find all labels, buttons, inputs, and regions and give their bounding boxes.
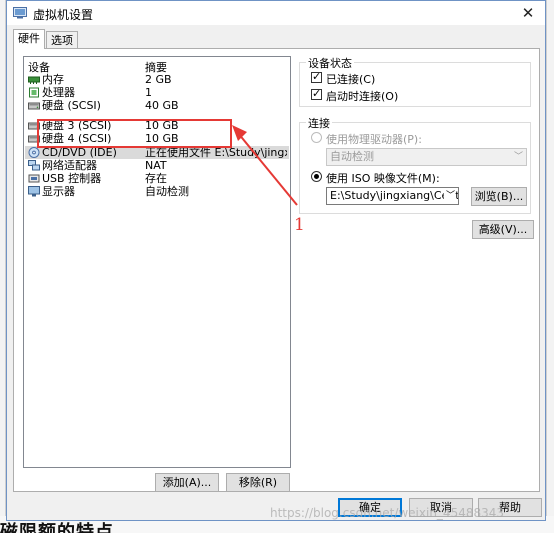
- physical-drive-label[interactable]: 使用物理驱动器(P):: [326, 131, 422, 147]
- title-bar: 虚拟机设置 ✕: [7, 1, 545, 25]
- device-summary: 10 GB: [145, 132, 179, 145]
- device-summary: 1: [145, 86, 152, 99]
- chevron-down-icon: ﹀: [513, 152, 523, 162]
- vm-settings-dialog: 虚拟机设置 ✕ 硬件 选项 设备 摘要 内存 2 GB 处理器 1 硬盘 (SC…: [6, 0, 546, 521]
- device-row-hard-disk[interactable]: 硬盘 (SCSI) 40 GB: [25, 99, 289, 112]
- device-row-display[interactable]: 显示器 自动检测: [25, 185, 289, 198]
- cpu-icon: [29, 87, 39, 98]
- usb-icon: [28, 174, 40, 183]
- network-icon: [28, 160, 40, 171]
- device-list[interactable]: 设备 摘要 内存 2 GB 处理器 1 硬盘 (SCSI) 40 GB 硬盘 3…: [23, 56, 291, 468]
- device-summary: 2 GB: [145, 73, 172, 86]
- tab-hardware[interactable]: 硬件: [13, 29, 45, 49]
- monitor-icon: [28, 186, 40, 197]
- device-summary: 存在: [145, 172, 167, 185]
- device-row-network-adapter[interactable]: 网络适配器 NAT: [25, 159, 289, 172]
- device-name: 硬盘 3 (SCSI): [42, 119, 112, 132]
- device-row-processor[interactable]: 处理器 1: [25, 86, 289, 99]
- tab-options[interactable]: 选项: [46, 31, 78, 48]
- connect-at-power-on-checkbox[interactable]: [311, 87, 322, 100]
- iso-file-label[interactable]: 使用 ISO 映像文件(M):: [326, 170, 440, 186]
- ok-button[interactable]: 确定: [338, 498, 402, 517]
- device-summary: 自动检测: [145, 185, 189, 198]
- device-name: 显示器: [42, 185, 75, 198]
- connection-group: 连接 使用物理驱动器(P): 自动检测 ﹀ 使用 ISO 映像文件(M): E:…: [299, 115, 531, 214]
- dialog-title: 虚拟机设置: [33, 8, 94, 22]
- hardware-panel: 设备 摘要 内存 2 GB 处理器 1 硬盘 (SCSI) 40 GB 硬盘 3…: [13, 48, 540, 492]
- device-row-memory[interactable]: 内存 2 GB: [25, 73, 289, 86]
- remove-button[interactable]: 移除(R): [226, 473, 290, 492]
- disk-icon: [28, 122, 40, 130]
- disk-icon: [28, 135, 40, 143]
- device-name: 硬盘 (SCSI): [42, 99, 101, 112]
- device-status-group: 设备状态 已连接(C) 启动时连接(O): [299, 55, 531, 107]
- browse-button[interactable]: 浏览(B)...: [471, 187, 527, 206]
- vm-app-icon: [13, 7, 27, 19]
- connected-label[interactable]: 已连接(C): [326, 71, 375, 87]
- cd-icon: [28, 147, 40, 158]
- connection-label: 连接: [306, 115, 332, 131]
- device-row-usb-controller[interactable]: USB 控制器 存在: [25, 172, 289, 185]
- connected-checkbox[interactable]: [311, 70, 322, 83]
- physical-drive-select[interactable]: 自动检测 ﹀: [326, 148, 527, 166]
- device-summary: 正在使用文件 E:\Study\jingxiang...: [145, 146, 287, 159]
- device-list-header: 设备 摘要: [24, 57, 290, 74]
- device-summary: 10 GB: [145, 119, 179, 132]
- device-name: 硬盘 4 (SCSI): [42, 132, 112, 145]
- close-button[interactable]: ✕: [515, 3, 541, 23]
- device-name: 处理器: [42, 86, 75, 99]
- add-button[interactable]: 添加(A)...: [155, 473, 219, 492]
- iso-file-radio[interactable]: [311, 171, 322, 182]
- connect-at-power-on-label[interactable]: 启动时连接(O): [326, 88, 398, 104]
- memory-icon: [28, 76, 40, 84]
- help-button[interactable]: 帮助: [478, 498, 542, 517]
- chevron-down-icon: ﹀: [443, 188, 455, 204]
- device-row-hard-disk-3[interactable]: 硬盘 3 (SCSI) 10 GB: [25, 119, 289, 132]
- device-name: USB 控制器: [42, 172, 102, 185]
- cancel-button[interactable]: 取消: [409, 498, 473, 517]
- iso-path-value: E:\Study\jingxiang\CentOS-7: [330, 189, 458, 202]
- annotation-number: 1: [294, 215, 305, 235]
- advanced-button[interactable]: 高级(V)...: [472, 220, 534, 239]
- background-window-right: [546, 0, 554, 533]
- device-summary: NAT: [145, 159, 167, 172]
- device-row-hard-disk-4[interactable]: 硬盘 4 (SCSI) 10 GB: [25, 132, 289, 145]
- device-status-label: 设备状态: [306, 55, 354, 71]
- device-name: 网络适配器: [42, 159, 97, 172]
- device-row-cd-dvd[interactable]: CD/DVD (IDE) 正在使用文件 E:\Study\jingxiang..…: [25, 146, 289, 159]
- disk-icon: [28, 102, 40, 110]
- physical-drive-radio[interactable]: [311, 132, 322, 143]
- device-summary: 40 GB: [145, 99, 179, 112]
- iso-path-combo[interactable]: E:\Study\jingxiang\CentOS-7 ﹀: [326, 187, 459, 205]
- device-name: 内存: [42, 73, 64, 86]
- physical-drive-value: 自动检测: [330, 150, 374, 163]
- device-name: CD/DVD (IDE): [42, 146, 117, 159]
